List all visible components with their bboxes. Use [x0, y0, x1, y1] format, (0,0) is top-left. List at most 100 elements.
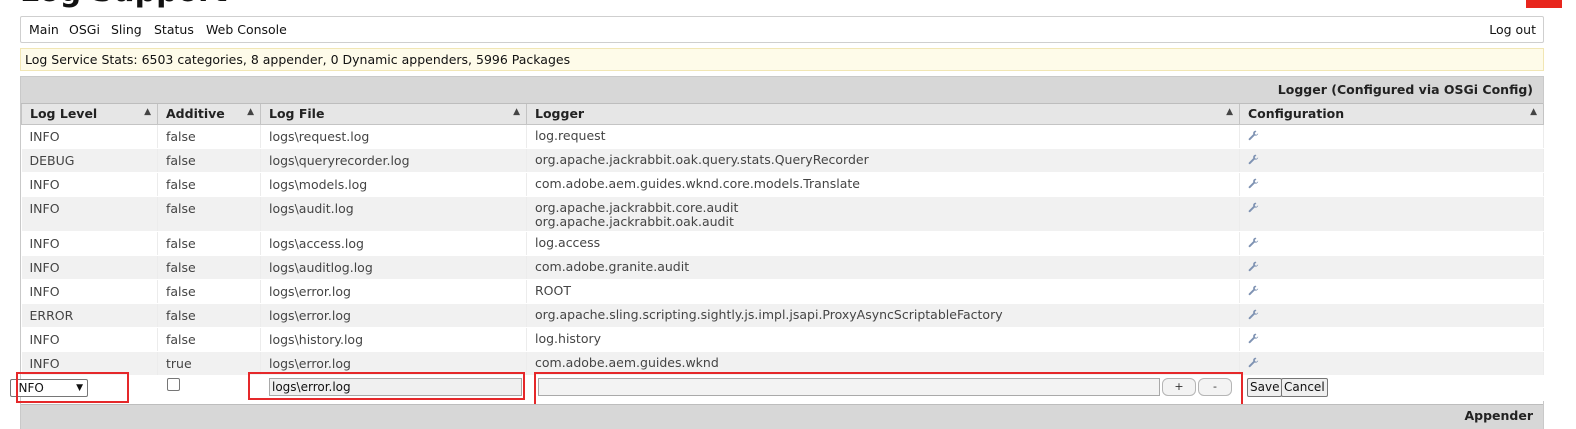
log-level-cell: INFO [21, 255, 158, 280]
save-button[interactable]: Save [1247, 378, 1283, 397]
logger-cell: com.adobe.aem.guides.wknd.core.models.Tr… [526, 172, 1240, 197]
log-level-cell: INFO [21, 196, 158, 232]
log-level-cell: INFO [21, 279, 158, 304]
additive-cell: false [157, 124, 261, 149]
logout-link[interactable]: Log out [1489, 22, 1536, 37]
additive-cell: false [157, 172, 261, 197]
logger-name: log.access [535, 234, 601, 250]
log-service-stats: Log Service Stats: 6503 categories, 8 ap… [20, 48, 1544, 71]
nav-web-console[interactable]: Web Console [206, 22, 287, 37]
highlight-log-level [16, 372, 129, 403]
additive-cell: false [157, 327, 261, 352]
wrench-icon[interactable] [1248, 178, 1259, 189]
log-file-cell: logs\access.log [260, 231, 527, 256]
wrench-icon[interactable] [1248, 261, 1259, 272]
log-file-cell: logs\models.log [260, 172, 527, 197]
wrench-icon[interactable] [1248, 154, 1259, 165]
log-file-cell: logs\request.log [260, 124, 527, 149]
log-level-cell: INFO [21, 231, 158, 256]
logger-name: ROOT [535, 282, 571, 298]
table-row: ERROR false logs\error.log org.apache.sling… [21, 303, 1544, 328]
column-label: Additive [166, 106, 225, 122]
table-row: INFO false logs\request.log log.request [21, 124, 1544, 149]
logger-name: com.adobe.granite.audit [535, 258, 690, 274]
log-file-cell: logs\history.log [260, 327, 527, 352]
sort-updown-icon: ▲︎ [1530, 107, 1537, 117]
logger-cell: log.history [526, 327, 1240, 352]
logger-cell: org.apache.jackrabbit.oak.query.stats.Qu… [526, 148, 1240, 173]
table-row: DEBUG false logs\queryrecorder.log org.apac… [21, 148, 1544, 173]
configuration-cell [1239, 351, 1544, 376]
highlight-logger-input [534, 372, 1243, 406]
log-file-cell: logs\queryrecorder.log [260, 148, 527, 173]
table-row: INFO false logs\models.log com.adobe.aem.gu… [21, 172, 1544, 197]
additive-cell: false [157, 279, 261, 304]
column-label: Logger [535, 106, 585, 122]
column-label: Log File [269, 106, 325, 122]
wrench-icon[interactable] [1248, 309, 1259, 320]
wrench-icon[interactable] [1248, 357, 1259, 368]
logger-name: com.adobe.aem.guides.wknd.core.models.Tr… [535, 175, 860, 191]
column-header-configuration[interactable]: Configuration ▲︎ [1239, 104, 1544, 125]
cancel-button[interactable]: Cancel [1281, 378, 1328, 397]
wrench-icon[interactable] [1248, 130, 1259, 141]
additive-cell: false [157, 231, 261, 256]
additive-cell: false [157, 303, 261, 328]
configuration-cell [1239, 279, 1544, 304]
sort-updown-icon: ▲︎ [513, 107, 520, 117]
logger-cell: log.request [526, 124, 1240, 149]
additive-cell: false [157, 196, 261, 232]
logger-cell: log.access [526, 231, 1240, 256]
log-level-cell: ERROR [21, 303, 158, 328]
nav-sling[interactable]: Sling [111, 22, 142, 37]
configuration-cell [1239, 255, 1544, 280]
additive-cell: false [157, 148, 261, 173]
wrench-icon[interactable] [1248, 285, 1259, 296]
sort-updown-icon: ▲︎ [1226, 107, 1233, 117]
top-nav: Main OSGi Sling Status Web Console Log o… [20, 16, 1544, 43]
column-label: Log Level [30, 106, 98, 122]
logger-cell: com.adobe.granite.audit [526, 255, 1240, 280]
logger-name: org.apache.jackrabbit.oak.audit [535, 213, 734, 229]
logger-name: org.apache.sling.scripting.sightly.js.im… [535, 306, 1003, 322]
sort-updown-icon: ▲︎ [247, 107, 254, 117]
column-header-log-file[interactable]: Log File ▲︎ [260, 104, 527, 125]
logger-name: com.adobe.aem.guides.wknd [535, 354, 719, 370]
log-level-cell: INFO [21, 172, 158, 197]
table-row: INFO false logs\audit.log org.apache.jackra… [21, 196, 1544, 232]
table-row: INFO false logs\access.log log.access [21, 231, 1544, 256]
configuration-cell [1239, 124, 1544, 149]
log-file-cell: logs\error.log [260, 279, 527, 304]
configuration-cell [1239, 148, 1544, 173]
nav-main[interactable]: Main [29, 22, 59, 37]
table-row: INFO false logs\error.log ROOT [21, 279, 1544, 304]
configuration-cell [1239, 303, 1544, 328]
log-level-cell: INFO [21, 327, 158, 352]
nav-status[interactable]: Status [154, 22, 194, 37]
table-row: INFO false logs\auditlog.log com.adobe.gran… [21, 255, 1544, 280]
additive-cell: false [157, 255, 261, 280]
highlight-log-file [248, 372, 525, 400]
additive-checkbox[interactable] [167, 378, 180, 391]
logger-cell: org.apache.jackrabbit.core.audit org.apac… [526, 196, 1240, 232]
wrench-icon[interactable] [1248, 237, 1259, 248]
logger-name: log.request [535, 127, 606, 143]
configuration-cell [1239, 172, 1544, 197]
logger-cell: ROOT [526, 279, 1240, 304]
log-level-cell: INFO [21, 124, 158, 149]
wrench-icon[interactable] [1248, 202, 1259, 213]
wrench-icon[interactable] [1248, 333, 1259, 344]
nav-osgi[interactable]: OSGi [69, 22, 100, 37]
column-header-logger[interactable]: Logger ▲︎ [526, 104, 1240, 125]
configuration-cell [1239, 327, 1544, 352]
logger-name: org.apache.jackrabbit.oak.query.stats.Qu… [535, 151, 869, 167]
log-level-cell: DEBUG [21, 148, 158, 173]
column-label: Configuration [1248, 106, 1345, 122]
log-file-cell: logs\audit.log [260, 196, 527, 232]
log-file-cell: logs\error.log [260, 303, 527, 328]
logger-panel-title: Logger (Configured via OSGi Config) [21, 77, 1543, 104]
column-header-log-level[interactable]: Log Level ▲︎ [21, 104, 158, 125]
column-header-additive[interactable]: Additive ▲︎ [157, 104, 261, 125]
logger-name: log.history [535, 330, 602, 346]
configuration-cell [1239, 196, 1544, 232]
